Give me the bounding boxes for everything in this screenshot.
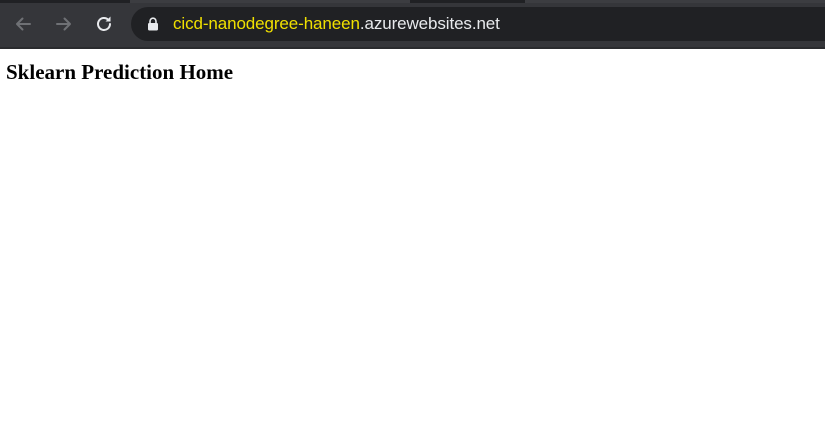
- reload-icon: [97, 16, 111, 31]
- address-bar[interactable]: cicd-nanodegree-haneen.azurewebsites.net: [131, 7, 825, 41]
- tab-strip-segment: [130, 0, 410, 3]
- forward-button[interactable]: [50, 10, 78, 38]
- reload-button[interactable]: [90, 10, 118, 38]
- tab-strip-segment: [525, 0, 825, 3]
- page-title: Sklearn Prediction Home: [6, 60, 234, 84]
- arrow-right-icon: [56, 17, 71, 31]
- back-button[interactable]: [9, 10, 37, 38]
- browser-toolbar: cicd-nanodegree-haneen.azurewebsites.net: [0, 0, 825, 47]
- url-highlight: cicd-nanodegree-haneen: [173, 14, 360, 33]
- url-text[interactable]: cicd-nanodegree-haneen.azurewebsites.net: [173, 14, 500, 34]
- arrow-left-icon: [16, 17, 31, 31]
- tab-strip: [0, 0, 825, 3]
- lock-icon[interactable]: [147, 17, 159, 31]
- url-domain: .azurewebsites.net: [359, 14, 500, 33]
- page-content: Sklearn Prediction Home: [0, 49, 825, 426]
